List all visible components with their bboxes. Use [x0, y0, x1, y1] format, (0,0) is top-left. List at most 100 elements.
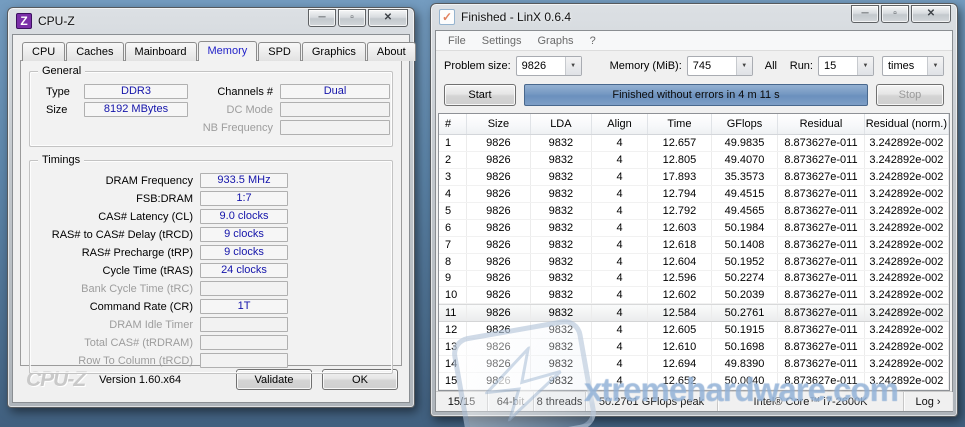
tab-graphics[interactable]: Graphics: [302, 42, 366, 61]
tab-caches[interactable]: Caches: [66, 42, 123, 61]
table-row[interactable]: 698269832412.60350.19848.873627e-0113.24…: [439, 220, 949, 237]
close-button[interactable]: ✕: [368, 9, 408, 27]
maximize-button[interactable]: ▫: [338, 9, 366, 27]
table-cell: 9832: [531, 237, 592, 253]
table-row[interactable]: 898269832412.60450.19528.873627e-0113.24…: [439, 254, 949, 271]
minimize-button[interactable]: ─: [851, 5, 879, 23]
menu-item-file[interactable]: File: [440, 35, 474, 47]
table-cell: 12.584: [648, 305, 712, 321]
table-cell: 50.1952: [712, 254, 778, 270]
problem-size-select[interactable]: 9826 ▼: [516, 56, 582, 76]
table-cell: 9826: [467, 203, 531, 219]
timing-row: RAS# Precharge (tRP)9 clocks: [38, 245, 384, 260]
table-row[interactable]: 298269832412.80549.40708.873627e-0113.24…: [439, 152, 949, 169]
run-select[interactable]: 15 ▼: [818, 56, 874, 76]
menu-item-graphs[interactable]: Graphs: [529, 35, 581, 47]
status-log-button[interactable]: Log ›: [904, 392, 952, 411]
table-row[interactable]: 598269832412.79249.45658.873627e-0113.24…: [439, 203, 949, 220]
column-header[interactable]: Align: [592, 114, 648, 134]
table-row[interactable]: 1598269832412.65250.00408.873627e-0113.2…: [439, 373, 949, 390]
table-cell: 4: [592, 322, 648, 338]
table-cell: 17.893: [648, 169, 712, 185]
table-cell: 3.242892e-002: [865, 254, 949, 270]
column-header[interactable]: GFlops: [712, 114, 778, 134]
cpuz-dialog: CPUCachesMainboardMemorySPDGraphicsAbout…: [12, 34, 410, 403]
table-cell: 9832: [531, 339, 592, 355]
table-row[interactable]: 998269832412.59650.22748.873627e-0113.24…: [439, 271, 949, 288]
status-bar: 15/1564-bit8 threads50.2761 GFlops peakI…: [436, 391, 952, 411]
minimize-button[interactable]: ─: [308, 9, 336, 27]
table-cell: 15: [439, 373, 467, 389]
field-row: Channels #Dual: [188, 84, 390, 99]
table-row[interactable]: 1298269832412.60550.19158.873627e-0113.2…: [439, 322, 949, 339]
table-cell: 9826: [467, 135, 531, 151]
table-row[interactable]: 498269832412.79449.45158.873627e-0113.24…: [439, 186, 949, 203]
column-header[interactable]: Residual: [778, 114, 865, 134]
table-row[interactable]: 1198269832412.58450.27618.873627e-0113.2…: [439, 304, 949, 322]
table-cell: 4: [592, 271, 648, 287]
linx-app-icon: ✓: [439, 9, 455, 25]
table-cell: 8.873627e-011: [778, 373, 865, 389]
menu-item-settings[interactable]: Settings: [474, 35, 530, 47]
table-cell: 8.873627e-011: [778, 169, 865, 185]
tab-about[interactable]: About: [367, 42, 416, 61]
table-row[interactable]: 1098269832412.60250.20398.873627e-0113.2…: [439, 287, 949, 304]
cpuz-titlebar[interactable]: Z CPU-Z ─ ▫ ✕: [8, 8, 414, 34]
table-row[interactable]: 798269832412.61850.14088.873627e-0113.24…: [439, 237, 949, 254]
timing-row: CAS# Latency (CL)9.0 clocks: [38, 209, 384, 224]
table-cell: 3.242892e-002: [865, 220, 949, 236]
table-cell: 12.602: [648, 287, 712, 303]
menu-bar: FileSettingsGraphs?: [436, 31, 952, 51]
field-value: DDR3: [84, 84, 188, 99]
column-header[interactable]: LDA: [531, 114, 592, 134]
start-button[interactable]: Start: [444, 84, 516, 106]
table-header: #SizeLDAAlignTimeGFlopsResidualResidual …: [439, 114, 949, 135]
table-cell: 12.652: [648, 373, 712, 389]
table-row[interactable]: 1398269832412.61050.16988.873627e-0113.2…: [439, 339, 949, 356]
tab-memory[interactable]: Memory: [198, 41, 258, 61]
table-cell: 9832: [531, 305, 592, 321]
table-cell: 8.873627e-011: [778, 135, 865, 151]
status-bitness: 64-bit: [488, 392, 534, 411]
linx-controls: Start Finished without errors in 4 m 11 …: [436, 81, 952, 109]
linx-window-title: Finished - LinX 0.6.4: [461, 10, 851, 24]
table-cell: 9826: [467, 287, 531, 303]
tab-cpu[interactable]: CPU: [22, 42, 65, 61]
column-header[interactable]: Time: [648, 114, 712, 134]
table-cell: 9826: [467, 322, 531, 338]
table-cell: 3.242892e-002: [865, 135, 949, 151]
column-header[interactable]: #: [439, 114, 467, 134]
tab-mainboard[interactable]: Mainboard: [125, 42, 197, 61]
field-row: DC Mode: [188, 102, 390, 117]
column-header[interactable]: Size: [467, 114, 531, 134]
memory-label: Memory (MiB):: [610, 60, 682, 72]
timing-value: [200, 281, 288, 296]
table-cell: 12.657: [648, 135, 712, 151]
table-row[interactable]: 398269832417.89335.35738.873627e-0113.24…: [439, 169, 949, 186]
linx-titlebar[interactable]: ✓ Finished - LinX 0.6.4 ─ ▫ ✕: [431, 4, 957, 30]
times-value: times: [883, 60, 927, 72]
memory-tab-page: General TypeDDR3Size8192 MBytes Channels…: [20, 60, 402, 366]
menu-item-help[interactable]: ?: [582, 35, 604, 47]
table-row[interactable]: 198269832412.65749.98358.873627e-0113.24…: [439, 135, 949, 152]
timings-groupbox: Timings DRAM Frequency933.5 MHzFSB:DRAM1…: [29, 160, 393, 374]
table-row[interactable]: 1498269832412.69449.83908.873627e-0113.2…: [439, 356, 949, 373]
tab-spd[interactable]: SPD: [258, 42, 301, 61]
times-select[interactable]: times ▼: [882, 56, 944, 76]
table-cell: 8: [439, 254, 467, 270]
field-value: [280, 120, 390, 135]
problem-size-value: 9826: [517, 60, 565, 72]
column-header[interactable]: Residual (norm.): [865, 114, 949, 134]
table-cell: 12.605: [648, 322, 712, 338]
maximize-button[interactable]: ▫: [881, 5, 909, 23]
table-cell: 12.596: [648, 271, 712, 287]
memory-select[interactable]: 745 ▼: [687, 56, 753, 76]
timing-value: 1T: [200, 299, 288, 314]
timing-value: [200, 335, 288, 350]
table-cell: 49.8390: [712, 356, 778, 372]
table-cell: 3.242892e-002: [865, 305, 949, 321]
field-row: NB Frequency: [188, 120, 390, 135]
table-cell: 2: [439, 152, 467, 168]
close-button[interactable]: ✕: [911, 5, 951, 23]
table-cell: 9832: [531, 271, 592, 287]
